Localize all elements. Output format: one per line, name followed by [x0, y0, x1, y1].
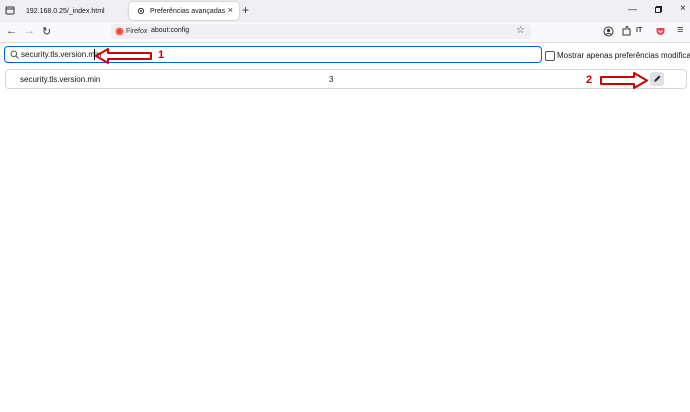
preference-row[interactable]: security.tls.version.min 3: [5, 69, 687, 89]
tab-title: 192.168.0.25/_index.html: [26, 7, 105, 15]
pencil-icon: [654, 75, 661, 82]
menu-icon[interactable]: ≡: [677, 24, 688, 36]
extensions-icon[interactable]: [621, 26, 632, 37]
tab-list-icon[interactable]: [5, 5, 15, 15]
preference-name: security.tls.version.min: [20, 75, 101, 84]
preference-search-input[interactable]: security.tls.version.min: [4, 46, 542, 63]
maximize-icon[interactable]: [655, 6, 662, 13]
back-icon[interactable]: ←: [6, 25, 17, 37]
search-icon: [10, 50, 19, 59]
forward-icon[interactable]: →: [24, 25, 35, 37]
annotation-step-2: 2: [586, 74, 593, 86]
window-close-icon[interactable]: ×: [680, 3, 686, 14]
search-value: security.tls.version.min: [21, 50, 102, 59]
identity-label: Firefox: [126, 28, 148, 35]
shield-extension-icon[interactable]: IT: [636, 27, 647, 38]
modified-only-label[interactable]: Mostrar apenas preferências modificadas: [557, 51, 690, 60]
annotation-step-1: 1: [158, 49, 165, 61]
minimize-icon[interactable]: —: [628, 4, 637, 14]
tab-advanced-preferences[interactable]: Preferências avançadas ×: [129, 2, 239, 20]
close-icon[interactable]: ×: [228, 5, 233, 15]
annotation-arrow-1: [95, 48, 152, 64]
identity-box[interactable]: Firefox: [115, 26, 147, 37]
tab-strip: 192.168.0.25/_index.html Preferências av…: [0, 0, 690, 22]
annotation-arrow-2: [600, 72, 648, 89]
preference-value: 3: [329, 75, 334, 84]
new-tab-icon[interactable]: +: [242, 3, 249, 17]
modified-only-checkbox[interactable]: [545, 51, 555, 61]
gear-icon: [137, 7, 145, 15]
url-text[interactable]: about:config: [151, 27, 189, 34]
bookmark-star-icon[interactable]: ☆: [516, 25, 525, 36]
tab-index[interactable]: 192.168.0.25/_index.html: [18, 2, 122, 20]
reload-icon[interactable]: ↻: [42, 25, 51, 38]
edit-preference-button[interactable]: [650, 72, 664, 86]
tab-title: Preferências avançadas: [150, 7, 226, 15]
account-icon[interactable]: [603, 26, 614, 37]
firefox-icon: [115, 27, 124, 36]
pocket-icon[interactable]: [655, 26, 666, 37]
